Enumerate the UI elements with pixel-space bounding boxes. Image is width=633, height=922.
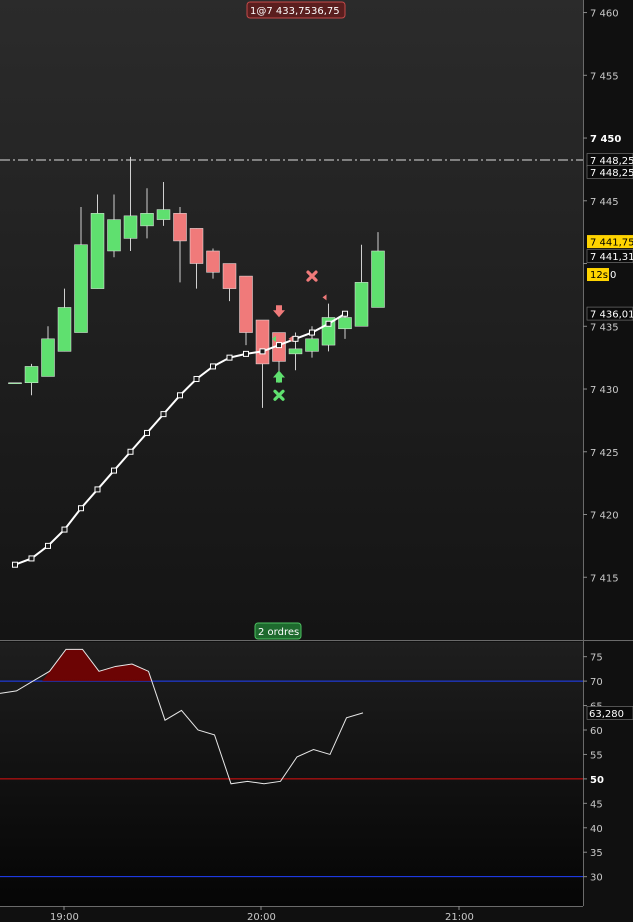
moving-average-point	[177, 392, 183, 399]
rsi-tick-label: 60	[590, 726, 603, 737]
candle-body	[41, 338, 55, 377]
timer-badge: 12s	[590, 270, 608, 281]
rsi-tick-label: 40	[590, 824, 603, 835]
rsi-tick-label: 55	[590, 750, 603, 761]
y-tick-label: 7 460	[590, 9, 619, 20]
candle-body	[305, 338, 319, 352]
moving-average-point	[243, 350, 249, 357]
rsi-tick-label: 50	[590, 775, 604, 786]
y-tick-label: 7 425	[590, 448, 619, 459]
candle-body	[338, 317, 352, 330]
moving-average-point	[210, 363, 216, 370]
candle	[8, 382, 22, 384]
x-tick-label: 19:00	[50, 912, 79, 922]
moving-average-point	[193, 375, 200, 382]
y-tick-label: 7 430	[590, 385, 619, 396]
moving-average-point	[94, 486, 101, 493]
moving-average-point	[61, 526, 68, 533]
current-price-label: 7 441,75	[590, 238, 633, 249]
candle-body	[24, 366, 39, 383]
x-tick-label: 21:00	[445, 912, 474, 922]
rsi-value-label: 63,280	[589, 709, 624, 720]
candle-body	[288, 348, 303, 355]
candle-body	[107, 219, 121, 252]
candle-body	[222, 263, 237, 289]
y-tick-label: 7 415	[590, 573, 619, 584]
candle-body	[8, 382, 22, 384]
candle-body	[354, 282, 369, 327]
candle-body	[371, 250, 385, 308]
moving-average-point	[127, 448, 134, 455]
candle-body	[255, 319, 270, 365]
candle-body	[156, 209, 171, 220]
rsi-tick-label: 70	[590, 677, 603, 688]
moving-average-point	[160, 411, 167, 418]
moving-average-point	[226, 354, 233, 361]
moving-average-point	[259, 348, 266, 355]
rsi-tick-label: 35	[590, 848, 603, 859]
moving-average-point	[342, 310, 348, 317]
candle-body	[189, 228, 204, 264]
candle-body	[123, 215, 138, 239]
candle-body	[239, 275, 253, 333]
price-label: 7 436,01	[590, 310, 633, 321]
y-tick-label: 7 435	[590, 322, 619, 333]
y-tick-label: 7 420	[590, 511, 619, 522]
candle-body	[74, 244, 88, 333]
candle-body	[140, 213, 154, 227]
chart-window: 7 460 7 455 7 450 7 445 7 435 7 430 7 425 7 420…	[0, 0, 633, 922]
rsi-tick-label: 30	[590, 873, 603, 884]
y-tick-label: 7 445	[590, 197, 619, 208]
rsi-tick-label: 45	[590, 799, 603, 810]
moving-average-point	[78, 505, 84, 512]
timer-badge-suffix: 0	[610, 270, 616, 281]
rsi-tick-label: 75	[590, 653, 603, 664]
moving-average-point	[325, 320, 332, 327]
moving-average-point	[111, 467, 117, 474]
price-label: 7 448,25	[590, 168, 633, 179]
moving-average-point	[28, 555, 35, 562]
moving-average-point	[144, 429, 150, 436]
moving-average-point	[12, 561, 18, 568]
chart-canvas[interactable]: 7 460 7 455 7 450 7 445 7 435 7 430 7 425 7 420…	[0, 0, 633, 922]
moving-average-point	[45, 542, 51, 549]
position-badge: 1@7 433,75	[250, 6, 311, 17]
candle-body	[206, 250, 220, 273]
x-tick-label: 20:00	[247, 912, 276, 922]
candle-body	[90, 213, 105, 289]
moving-average-point	[276, 342, 282, 349]
price-label: 7 441,31	[590, 252, 633, 263]
y-tick-label: 7 455	[590, 71, 619, 82]
moving-average-point	[292, 335, 299, 342]
position-badge-suffix: 36,75	[311, 6, 340, 17]
y-tick-label: 7 450	[590, 134, 621, 145]
orders-badge: 2 ordres	[258, 627, 299, 638]
candle-body	[57, 307, 72, 352]
moving-average-point	[309, 329, 315, 336]
candle-body	[173, 213, 187, 242]
